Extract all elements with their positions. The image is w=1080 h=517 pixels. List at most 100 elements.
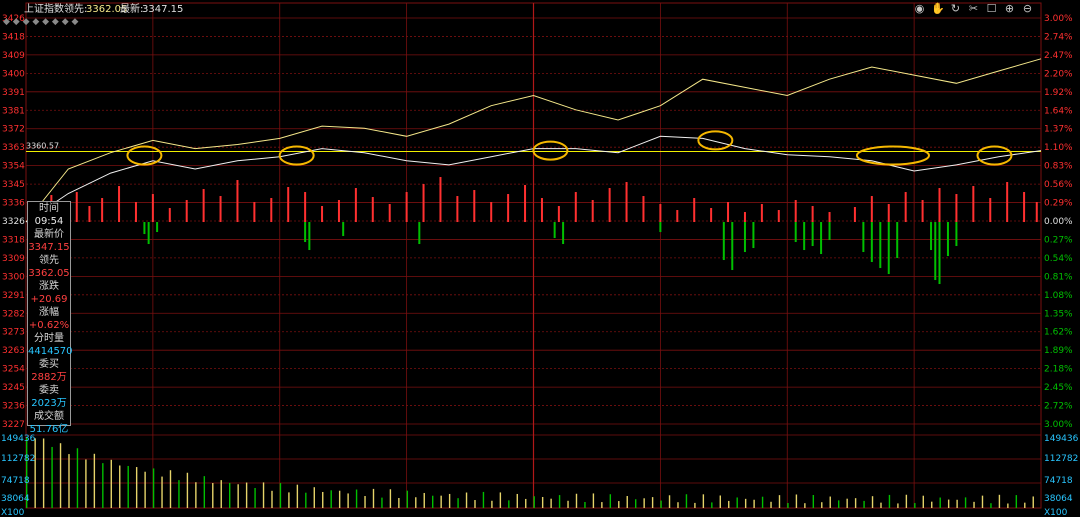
bottom-volume-bar <box>635 499 637 508</box>
plus-icon[interactable]: ⊕ <box>1003 2 1016 15</box>
down-bar <box>794 222 797 243</box>
pct-tick: 0.00% <box>1044 217 1073 227</box>
bottom-volume-bar <box>423 492 425 508</box>
volume-tick-left: 74718 <box>1 476 30 486</box>
toolbar: ◉ ✋ ↻ ✂ ☐ ⊕ ⊖ <box>913 2 1034 15</box>
pct-tick: 0.56% <box>1044 180 1073 190</box>
change-value: +20.69 <box>30 294 68 305</box>
up-bar <box>777 210 780 223</box>
pct-label: 涨幅 <box>39 307 59 318</box>
refresh-icon[interactable]: ↻ <box>949 2 962 15</box>
bottom-volume-bar <box>880 502 882 508</box>
bottom-volume-bar <box>618 501 620 508</box>
down-bar <box>342 222 345 237</box>
bottom-volume-bar <box>127 465 129 508</box>
intraday-chart[interactable]: 3360.57 34263418340934003391338133723363… <box>0 0 1080 517</box>
bottom-volume-bar <box>76 448 79 508</box>
bottom-volume-bar <box>432 495 434 508</box>
down-bar <box>946 222 949 257</box>
info-panel: 时间 09:54 最新价 3347.15 领先 3362.05 涨跌 +20.6… <box>27 201 73 435</box>
up-bar <box>828 212 831 223</box>
bottom-volume-bar <box>85 459 87 508</box>
down-bar <box>862 222 865 253</box>
hand-icon[interactable]: ✋ <box>931 2 945 15</box>
down-bar <box>879 222 882 269</box>
leader-label-panel: 领先 <box>39 255 59 266</box>
up-bar <box>557 206 560 223</box>
bottom-volume-bar <box>355 489 358 508</box>
bottom-volume-bar <box>229 482 231 508</box>
bottom-volume-bar <box>829 496 831 508</box>
bottom-volume-bar <box>905 494 908 508</box>
price-tick: 3326 <box>2 217 25 227</box>
bottom-volume-bar <box>744 498 747 508</box>
pct-tick: 0.27% <box>1044 235 1073 245</box>
price-tick: 3282 <box>2 309 25 319</box>
up-bar <box>591 200 594 223</box>
latest-label: 最新: <box>120 2 143 15</box>
bottom-volume-bar <box>871 496 874 508</box>
bottom-volume-bar <box>888 494 891 508</box>
up-bar <box>955 194 958 223</box>
price-tick: 3345 <box>2 180 25 190</box>
volume-tick-right: 112782 <box>1044 454 1078 464</box>
down-bar <box>870 222 873 263</box>
bottom-volume-bar <box>694 502 696 508</box>
amount-value: 51.76亿 <box>29 424 69 435</box>
down-bar <box>934 222 937 281</box>
down-bar <box>304 222 307 243</box>
up-bar <box>693 198 696 223</box>
up-bar <box>1006 182 1009 223</box>
up-bar <box>354 188 357 223</box>
bottom-volume-bar <box>102 463 104 508</box>
latest-price-label: 最新价 <box>34 229 64 240</box>
up-bar <box>794 200 797 223</box>
up-bar <box>456 196 459 223</box>
price-tick: 3300 <box>2 272 25 282</box>
time-value: 09:54 <box>34 216 64 227</box>
bottom-volume-bar <box>973 501 975 508</box>
down-bar <box>955 222 958 247</box>
bottom-volume-bar <box>508 500 510 508</box>
bottom-volume-bar <box>668 495 671 508</box>
up-bar <box>870 196 873 223</box>
bottom-volume-bar <box>660 500 662 508</box>
bottom-volume-bar <box>195 482 197 508</box>
up-bar <box>760 204 763 223</box>
bottom-volume-bar <box>144 471 146 508</box>
pct-tick: 1.10% <box>1044 143 1073 153</box>
bottom-volume-bar <box>931 501 933 508</box>
bottom-volume-bar <box>795 494 798 508</box>
bottom-volume-bar <box>398 498 400 508</box>
bottom-volume-bar <box>364 496 366 508</box>
down-bar <box>659 222 662 233</box>
pct-tick: 3.00% <box>1044 14 1073 24</box>
up-bar <box>1035 202 1038 223</box>
pct-tick: 1.92% <box>1044 88 1073 98</box>
up-bar <box>938 188 941 223</box>
scissors-icon[interactable]: ✂ <box>967 2 980 15</box>
bottom-volume-bar <box>313 487 315 508</box>
eye-icon[interactable]: ◉ <box>913 2 926 15</box>
bottom-volume-bar <box>474 500 476 508</box>
price-tick: 3318 <box>2 235 25 245</box>
bottom-volume-bar <box>761 496 764 508</box>
bottom-volume-bar <box>550 498 552 508</box>
up-bar <box>524 185 527 223</box>
minus-icon[interactable]: ⊖ <box>1021 2 1034 15</box>
bottom-volume-bar <box>541 496 544 508</box>
bottom-volume-bar <box>93 453 96 508</box>
up-bar <box>574 192 577 223</box>
bottom-volume-bar <box>499 492 502 508</box>
bottom-volume-bar <box>592 493 595 508</box>
bottom-volume-bar <box>34 438 36 508</box>
bottom-volume-bar <box>330 490 332 508</box>
up-bar <box>88 206 91 223</box>
square-icon[interactable]: ☐ <box>985 2 998 15</box>
volume-tick-left: 112782 <box>1 454 35 464</box>
bottom-volume-bar <box>119 465 121 508</box>
bottom-volume-bar <box>753 499 755 508</box>
volume-unit-right: X100 <box>1044 508 1068 517</box>
up-bar <box>337 200 340 223</box>
bottom-volume-bar <box>981 495 984 508</box>
